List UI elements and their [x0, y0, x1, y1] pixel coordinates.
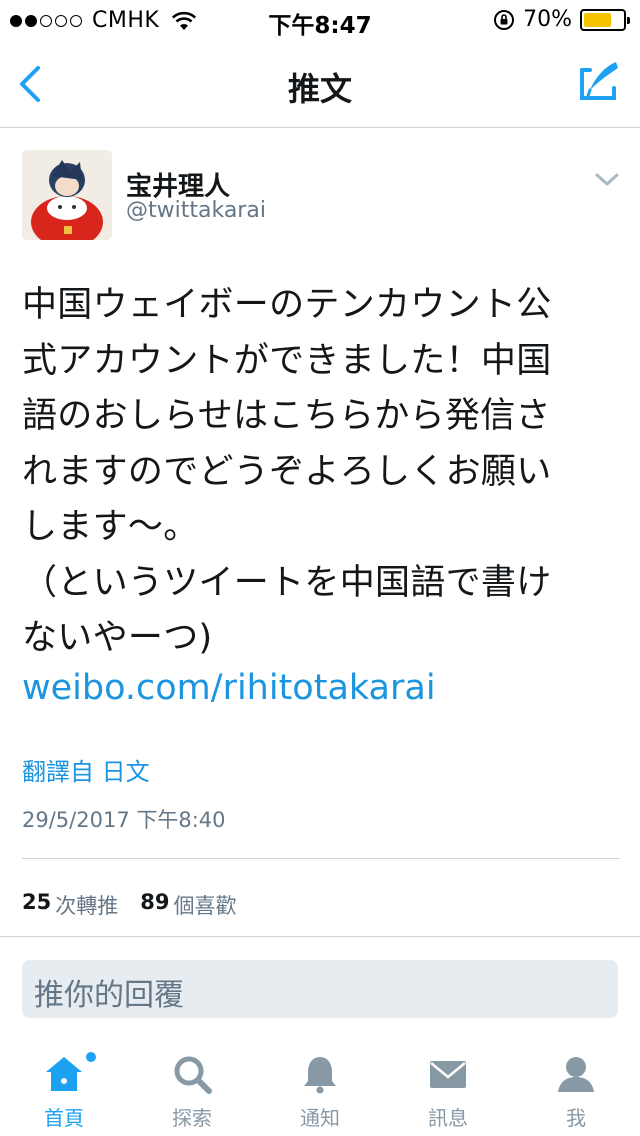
tab-explore[interactable]: 探索: [128, 1040, 256, 1136]
tweet-timestamp: 29/5/2017 下午8:40: [22, 808, 226, 832]
tweet-stats: 25 次轉推 89 個喜歡: [22, 890, 236, 920]
chevron-down-icon[interactable]: [594, 172, 620, 188]
tab-home[interactable]: 首頁: [0, 1040, 128, 1136]
tab-label: 首頁: [44, 1106, 84, 1130]
battery-percent: 70%: [523, 7, 572, 32]
navigation-bar: 推文: [0, 40, 640, 128]
tab-label: 我: [566, 1106, 586, 1130]
battery-fill: [584, 12, 611, 27]
bell-icon: [304, 1057, 336, 1094]
tweet-link[interactable]: weibo.com/rihitotakarai: [22, 668, 436, 708]
translate-link[interactable]: 翻譯自 日文: [22, 752, 150, 787]
author-handle[interactable]: @twittakarai: [126, 198, 266, 223]
page-title: 推文: [287, 70, 352, 108]
retweet-label[interactable]: 次轉推: [55, 890, 118, 920]
reply-input[interactable]: 推你的回覆: [22, 960, 618, 1018]
home-icon: [46, 1057, 82, 1091]
retweet-count[interactable]: 25: [22, 890, 51, 920]
rotation-lock-icon: [494, 9, 515, 30]
mail-icon: [430, 1061, 466, 1088]
search-icon: [174, 1056, 212, 1094]
compose-tweet-icon[interactable]: [576, 58, 622, 104]
tab-label: 探索: [172, 1106, 212, 1130]
tweet-text: 中国ウェイボーのテンカウント公 式アカウントができました！中国 語のおしらせはこ…: [22, 285, 552, 658]
tab-label: 通知: [300, 1106, 340, 1130]
avatar-image: [22, 150, 112, 240]
tab-messages[interactable]: 訊息: [384, 1040, 512, 1136]
tab-label: 訊息: [428, 1106, 468, 1130]
tab-me[interactable]: 我: [512, 1040, 640, 1136]
status-bar: CMHK 下午8:47 70%: [0, 0, 640, 40]
like-label[interactable]: 個喜歡: [173, 890, 236, 920]
like-count[interactable]: 89: [140, 890, 169, 920]
tab-notifications[interactable]: 通知: [256, 1040, 384, 1136]
reply-placeholder: 推你的回覆: [34, 978, 184, 1013]
divider: [0, 936, 640, 937]
tab-bar: 首頁 探索 通知 訊息 我: [0, 1040, 640, 1136]
divider: [22, 858, 620, 859]
avatar[interactable]: [22, 150, 112, 240]
status-right: 70%: [493, 7, 630, 32]
new-content-dot: [86, 1052, 96, 1062]
battery-icon: [580, 8, 630, 31]
profile-icon: [558, 1057, 594, 1092]
